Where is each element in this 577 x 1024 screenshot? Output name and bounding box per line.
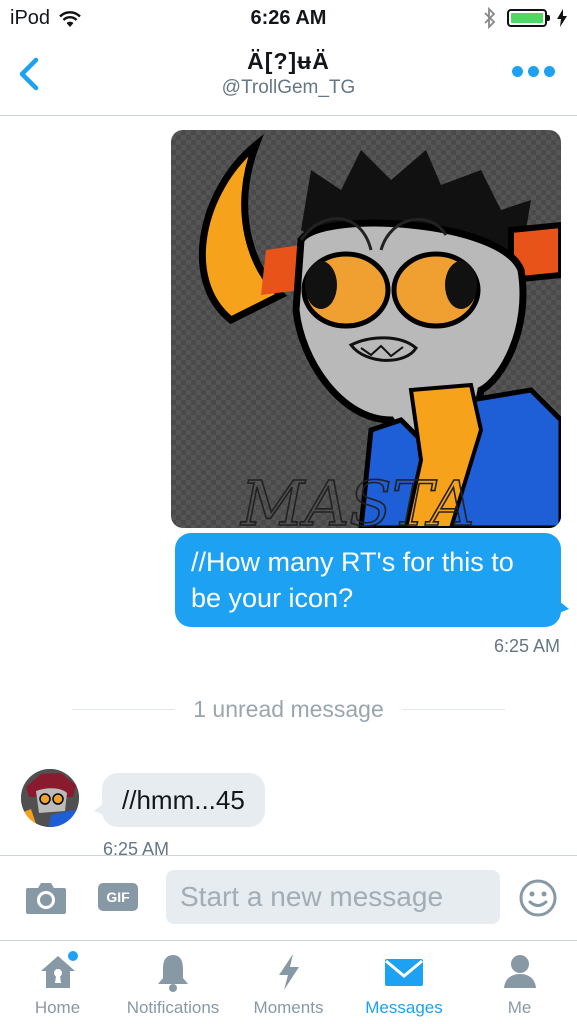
tab-home[interactable]: Home	[0, 941, 115, 1024]
tab-label: Me	[507, 998, 532, 1017]
chevron-left-icon	[19, 57, 39, 91]
status-bar: iPod 6:26 AM	[0, 0, 577, 38]
incoming-message-time: 6:25 AM	[103, 839, 170, 855]
person-icon	[498, 951, 542, 993]
divider-line	[401, 708, 506, 710]
envelope-icon	[382, 951, 426, 993]
tab-label: Moments	[253, 998, 324, 1017]
tab-moments[interactable]: Moments	[231, 941, 346, 1024]
avatar[interactable]	[21, 769, 79, 827]
image-signature: MASTA	[240, 467, 474, 528]
battery-icon	[507, 9, 550, 27]
bluetooth-icon	[484, 7, 496, 29]
tab-label: Notifications	[126, 998, 220, 1017]
dot-icon	[512, 66, 523, 77]
tab-messages[interactable]: Messages	[346, 941, 462, 1024]
outgoing-message-bubble[interactable]: //How many RT's for this to be your icon…	[175, 533, 569, 627]
dot-icon	[544, 66, 555, 77]
tab-bar: Home Notifications Moments Messages Me	[0, 940, 577, 1024]
unread-label: 1 unread message	[193, 695, 384, 722]
avatar-image	[21, 769, 79, 827]
bell-icon	[151, 951, 195, 993]
tab-me[interactable]: Me	[462, 941, 577, 1024]
outgoing-message-text: //How many RT's for this to be your icon…	[191, 547, 514, 613]
smiley-icon	[519, 879, 557, 917]
message-thread[interactable]: MASTA //How many RT's for this to be you…	[0, 117, 577, 855]
emoji-button[interactable]	[518, 878, 558, 918]
dot-icon	[528, 66, 539, 77]
status-right	[483, 7, 567, 29]
message-composer: GIF	[0, 855, 577, 940]
camera-icon	[26, 883, 66, 914]
camera-button[interactable]	[24, 878, 68, 918]
charging-icon	[557, 9, 567, 27]
user-handle: @TrollGem_TG	[221, 77, 356, 98]
tab-label: Messages	[365, 998, 443, 1017]
divider-line	[72, 708, 176, 710]
shared-image[interactable]: MASTA	[171, 130, 561, 528]
message-input[interactable]	[166, 870, 500, 924]
incoming-message-text: //hmm...45	[122, 785, 245, 815]
more-options-button[interactable]	[512, 66, 555, 77]
tab-notifications[interactable]: Notifications	[115, 941, 231, 1024]
gif-button[interactable]: GIF	[98, 883, 138, 911]
outgoing-message-time: 6:25 AM	[493, 636, 560, 656]
lightning-icon	[267, 951, 311, 993]
back-button[interactable]	[12, 52, 48, 96]
tab-label: Home	[34, 998, 81, 1017]
display-name: Ä[?]ʉÄ	[247, 48, 330, 74]
unread-divider: 1 unread message	[72, 695, 506, 723]
conversation-header: Ä[?]ʉÄ @TrollGem_TG	[0, 38, 577, 116]
new-activity-dot	[68, 951, 78, 961]
incoming-message-bubble[interactable]: //hmm...45	[94, 773, 265, 827]
conversation-title[interactable]: Ä[?]ʉÄ @TrollGem_TG	[120, 48, 457, 99]
drawing-image: MASTA	[198, 133, 561, 528]
